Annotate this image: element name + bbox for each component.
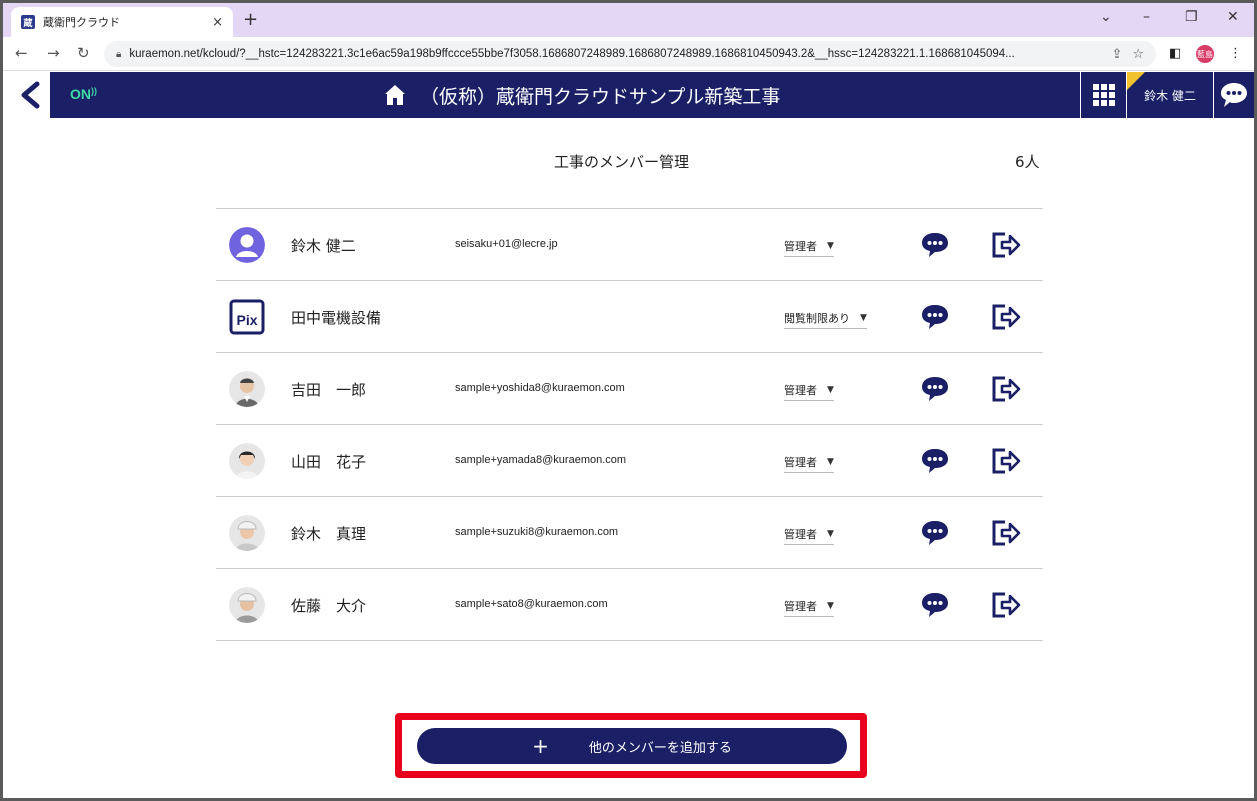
photo-avatar bbox=[229, 443, 265, 479]
user-name: 鈴木 健二 bbox=[1144, 88, 1196, 103]
remove-member-icon[interactable] bbox=[990, 303, 1022, 331]
member-count: 6人 bbox=[1015, 153, 1040, 171]
tab-title: 蔵衛門クラウド bbox=[43, 16, 120, 29]
home-icon[interactable] bbox=[383, 83, 407, 107]
window-close-icon[interactable]: ✕ bbox=[1227, 9, 1239, 25]
default-user-avatar-icon bbox=[229, 227, 265, 263]
member-name: 鈴木 健二 bbox=[291, 237, 356, 255]
role-select[interactable]: 管理者 ▼ bbox=[784, 238, 834, 257]
kuraemon-favicon-icon: 蔵 bbox=[21, 15, 35, 29]
lock-icon: 🔒︎ bbox=[116, 48, 122, 60]
svg-text:Pix: Pix bbox=[236, 312, 257, 328]
browser-tab[interactable]: 蔵 蔵衛門クラウド × bbox=[11, 7, 233, 37]
plus-icon: + bbox=[532, 734, 549, 758]
role-value: 閲覧制限あり bbox=[784, 312, 850, 325]
role-select[interactable]: 管理者 ▼ bbox=[784, 454, 834, 473]
member-row: 山田 花子 sample+yamada8@kuraemon.com 管理者 ▼ bbox=[216, 425, 1043, 497]
message-icon[interactable] bbox=[920, 375, 950, 403]
role-select[interactable]: 管理者 ▼ bbox=[784, 598, 834, 617]
back-button[interactable] bbox=[13, 78, 47, 112]
tab-close-icon[interactable]: × bbox=[212, 15, 223, 30]
photo-avatar bbox=[229, 587, 265, 623]
photo-avatar bbox=[229, 371, 265, 407]
member-email: sample+suzuki8@kuraemon.com bbox=[455, 526, 619, 538]
caret-down-icon: ▼ bbox=[827, 241, 834, 251]
member-row: Pix 田中電機設備 閲覧制限あり ▼ bbox=[216, 281, 1043, 353]
forward-arrow-icon[interactable]: → bbox=[47, 44, 60, 62]
member-email: sample+yoshida8@kuraemon.com bbox=[455, 382, 625, 394]
role-value: 管理者 bbox=[784, 528, 817, 541]
minimize-icon[interactable]: – bbox=[1143, 9, 1150, 25]
member-name: 吉田 一郎 bbox=[291, 381, 367, 399]
app-header: ON)) （仮称）蔵衛門クラウドサンプル新築工事 鈴木 健二 bbox=[3, 72, 1254, 118]
member-email: sample+yamada8@kuraemon.com bbox=[455, 454, 627, 466]
member-email: seisaku+01@lecre.jp bbox=[455, 238, 558, 250]
caret-down-icon: ▼ bbox=[827, 457, 834, 467]
profile-avatar[interactable]: 藍島 bbox=[1196, 45, 1214, 63]
tab-search-icon[interactable]: ⌄ bbox=[1100, 9, 1112, 25]
role-value: 管理者 bbox=[784, 240, 817, 253]
remove-member-icon[interactable] bbox=[990, 231, 1022, 259]
url-bar[interactable]: 🔒︎ kuraemon.net/kcloud/?__hstc=124283221… bbox=[104, 41, 1156, 67]
member-email: sample+sato8@kuraemon.com bbox=[455, 598, 608, 610]
reload-icon[interactable]: ↻ bbox=[77, 44, 90, 62]
message-icon[interactable] bbox=[920, 519, 950, 547]
share-icon[interactable]: ⇪ bbox=[1111, 47, 1122, 62]
message-icon[interactable] bbox=[920, 591, 950, 619]
message-icon[interactable] bbox=[920, 231, 950, 259]
project-title: （仮称）蔵衛門クラウドサンプル新築工事 bbox=[420, 86, 781, 108]
back-arrow-icon[interactable]: ← bbox=[15, 44, 28, 62]
role-select[interactable]: 閲覧制限あり ▼ bbox=[784, 310, 867, 329]
role-value: 管理者 bbox=[784, 456, 817, 469]
member-name: 佐藤 大介 bbox=[291, 597, 367, 615]
notice-corner-marker bbox=[1127, 72, 1145, 90]
app-grid-button[interactable] bbox=[1080, 72, 1126, 118]
caret-down-icon: ▼ bbox=[827, 529, 834, 539]
role-value: 管理者 bbox=[784, 600, 817, 613]
page-title: 工事のメンバー管理 bbox=[554, 153, 690, 171]
photo-avatar bbox=[229, 515, 265, 551]
browser-window: 蔵 蔵衛門クラウド × + ⌄ – ❐ ✕ ← → ↻ 🔒︎ kuraemon.… bbox=[3, 3, 1254, 798]
address-bar-row: ← → ↻ 🔒︎ kuraemon.net/kcloud/?__hstc=124… bbox=[3, 37, 1254, 71]
remove-member-icon[interactable] bbox=[990, 447, 1022, 475]
sidepanel-icon[interactable]: ◧ bbox=[1169, 46, 1181, 61]
grid-icon bbox=[1092, 84, 1115, 106]
chat-bubble-icon bbox=[1221, 83, 1247, 107]
member-row: 吉田 一郎 sample+yoshida8@kuraemon.com 管理者 ▼ bbox=[216, 353, 1043, 425]
member-name: 田中電機設備 bbox=[291, 309, 382, 327]
tab-strip: 蔵 蔵衛門クラウド × + ⌄ – ❐ ✕ bbox=[3, 3, 1254, 37]
role-select[interactable]: 管理者 ▼ bbox=[784, 526, 834, 545]
url-text: kuraemon.net/kcloud/?__hstc=124283221.3c… bbox=[129, 48, 1015, 60]
role-value: 管理者 bbox=[784, 384, 817, 397]
add-member-button[interactable]: + 他のメンバーを追加する bbox=[417, 728, 847, 764]
add-member-label: 他のメンバーを追加する bbox=[588, 740, 732, 756]
pix-logo-avatar: Pix bbox=[229, 299, 265, 335]
member-list: 鈴木 健二 seisaku+01@lecre.jp 管理者 ▼ Pix 田中電機設… bbox=[216, 208, 1043, 641]
remove-member-icon[interactable] bbox=[990, 519, 1022, 547]
online-status: ON)) bbox=[70, 86, 97, 102]
browser-menu-icon[interactable]: ⋮ bbox=[1229, 46, 1242, 61]
role-select[interactable]: 管理者 ▼ bbox=[784, 382, 834, 401]
signal-icon: )) bbox=[91, 86, 97, 96]
member-name: 山田 花子 bbox=[291, 453, 367, 471]
remove-member-icon[interactable] bbox=[990, 375, 1022, 403]
member-row: 鈴木 健二 seisaku+01@lecre.jp 管理者 ▼ bbox=[216, 209, 1043, 281]
new-tab-icon[interactable]: + bbox=[243, 9, 258, 30]
message-icon[interactable] bbox=[920, 303, 950, 331]
caret-down-icon: ▼ bbox=[827, 601, 834, 611]
maximize-icon[interactable]: ❐ bbox=[1185, 9, 1198, 25]
member-name: 鈴木 真理 bbox=[291, 525, 367, 543]
member-row: 佐藤 大介 sample+sato8@kuraemon.com 管理者 ▼ bbox=[216, 569, 1043, 641]
remove-member-icon[interactable] bbox=[990, 591, 1022, 619]
caret-down-icon: ▼ bbox=[827, 385, 834, 395]
project-bar: ON)) （仮称）蔵衛門クラウドサンプル新築工事 鈴木 健二 bbox=[50, 72, 1254, 118]
chevron-left-icon bbox=[21, 81, 40, 109]
chat-button[interactable] bbox=[1213, 72, 1254, 118]
caret-down-icon: ▼ bbox=[860, 313, 867, 323]
member-row: 鈴木 真理 sample+suzuki8@kuraemon.com 管理者 ▼ bbox=[216, 497, 1043, 569]
user-menu-button[interactable]: 鈴木 健二 bbox=[1126, 72, 1213, 118]
bookmark-star-icon[interactable]: ☆ bbox=[1132, 47, 1144, 62]
message-icon[interactable] bbox=[920, 447, 950, 475]
